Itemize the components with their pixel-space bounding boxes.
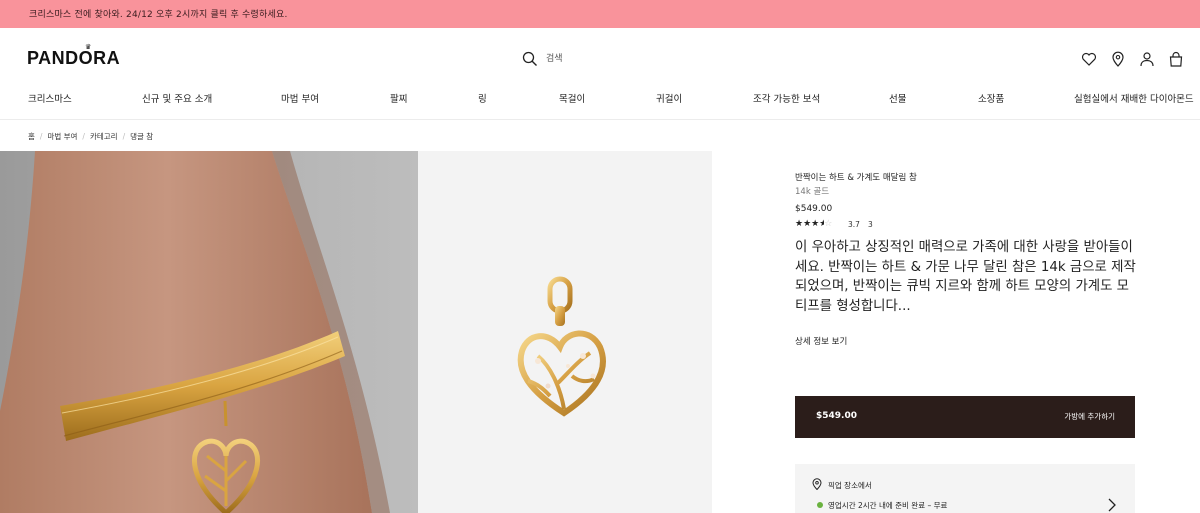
nav-item-gifts[interactable]: 선물 [889,91,906,105]
add-to-bag-price: $549.00 [816,411,857,421]
shopping-bag-icon[interactable] [1168,51,1184,67]
pandora-logo[interactable]: PANDORA [27,48,120,69]
nav-item-rings[interactable]: 링 [478,91,487,105]
location-pin-icon [812,478,822,490]
nav-item-charms[interactable]: 마법 부여 [281,91,319,105]
nav-item-new[interactable]: 신규 및 주요 소개 [142,91,212,105]
pickup-title: 픽업 장소에서 [828,481,872,490]
breadcrumb: 홈 / 마법 부여 / 카테고리 / 댕글 참 [28,131,153,143]
search-icon[interactable] [522,51,538,67]
site-header: PANDORA ♛ 크리스마스 신규 및 주요 소개 마법 부여 팔찌 링 목걸… [0,28,1200,120]
heart-icon[interactable] [1081,51,1097,67]
add-to-bag-button[interactable]: $549.00 가방에 추가하기 [795,396,1135,438]
view-details-link[interactable]: 상세 정보 보기 [795,335,847,347]
breadcrumb-separator: / [39,132,43,141]
add-to-bag-label: 가방에 추가하기 [1064,412,1115,421]
nav-item-necklaces[interactable]: 목걸이 [559,91,585,105]
availability-dot [817,502,823,508]
location-pin-icon[interactable] [1110,51,1126,67]
user-icon[interactable] [1139,51,1155,67]
nav-item-collections[interactable]: 소장품 [978,91,1004,105]
chevron-right-icon[interactable] [1107,498,1117,512]
product-image-on-model[interactable] [0,151,418,513]
breadcrumb-item[interactable]: 카테고리 [90,131,118,142]
search-bar[interactable] [522,51,722,69]
product-image-charm[interactable] [418,151,712,513]
nav-item-bracelets[interactable]: 팔찌 [390,91,407,105]
nav-item-lab-diamonds[interactable]: 실험실에서 재배한 다이아몬드 [1074,91,1194,105]
logo-crown-icon: ♛ [85,43,92,51]
pickup-status: 영업시간 2시간 내에 준비 완료 – 무료 [828,501,948,510]
rating-stars: ★★★★☆ [795,219,833,229]
rating-value: 3.7 [848,220,860,229]
product-metal: 14k 골드 [795,187,830,197]
wrist-bracelet-illustration [0,151,390,513]
heart-family-tree-charm-illustration [517,276,606,417]
product-description: 이 우아하고 상징적인 매력으로 가족에 대한 사랑을 받아들이세요. 반짝이는… [795,240,1136,314]
main-nav: 크리스마스 신규 및 주요 소개 마법 부여 팔찌 링 목걸이 귀걸이 조각 가… [0,91,1200,107]
breadcrumb-separator: / [122,132,126,141]
pickup-panel[interactable]: 픽업 장소에서 영업시간 2시간 내에 준비 완료 – 무료 [795,464,1135,513]
product-rating[interactable]: ★★★★☆ 3.7 3 [795,219,995,231]
breadcrumb-current: 댕글 참 [130,132,154,141]
product-title: 반짝이는 하트 & 가계도 매달림 참 [795,173,917,183]
product-price: $549.00 [795,204,833,214]
search-input[interactable] [546,52,706,66]
review-count[interactable]: 3 [868,220,873,229]
breadcrumb-item[interactable]: 마법 부여 [47,131,77,142]
promo-banner[interactable]: 크리스마스 전에 찾아와. 24/12 오후 2시까지 클릭 후 수령하세요. [0,0,1200,28]
promo-text: 크리스마스 전에 찾아와. 24/12 오후 2시까지 클릭 후 수령하세요. [29,10,288,20]
nav-item-engravable[interactable]: 조각 가능한 보석 [753,91,820,105]
nav-item-earrings[interactable]: 귀걸이 [656,91,682,105]
nav-item-christmas[interactable]: 크리스마스 [28,91,72,105]
breadcrumb-separator: / [82,132,85,141]
breadcrumb-item[interactable]: 홈 [28,131,35,142]
